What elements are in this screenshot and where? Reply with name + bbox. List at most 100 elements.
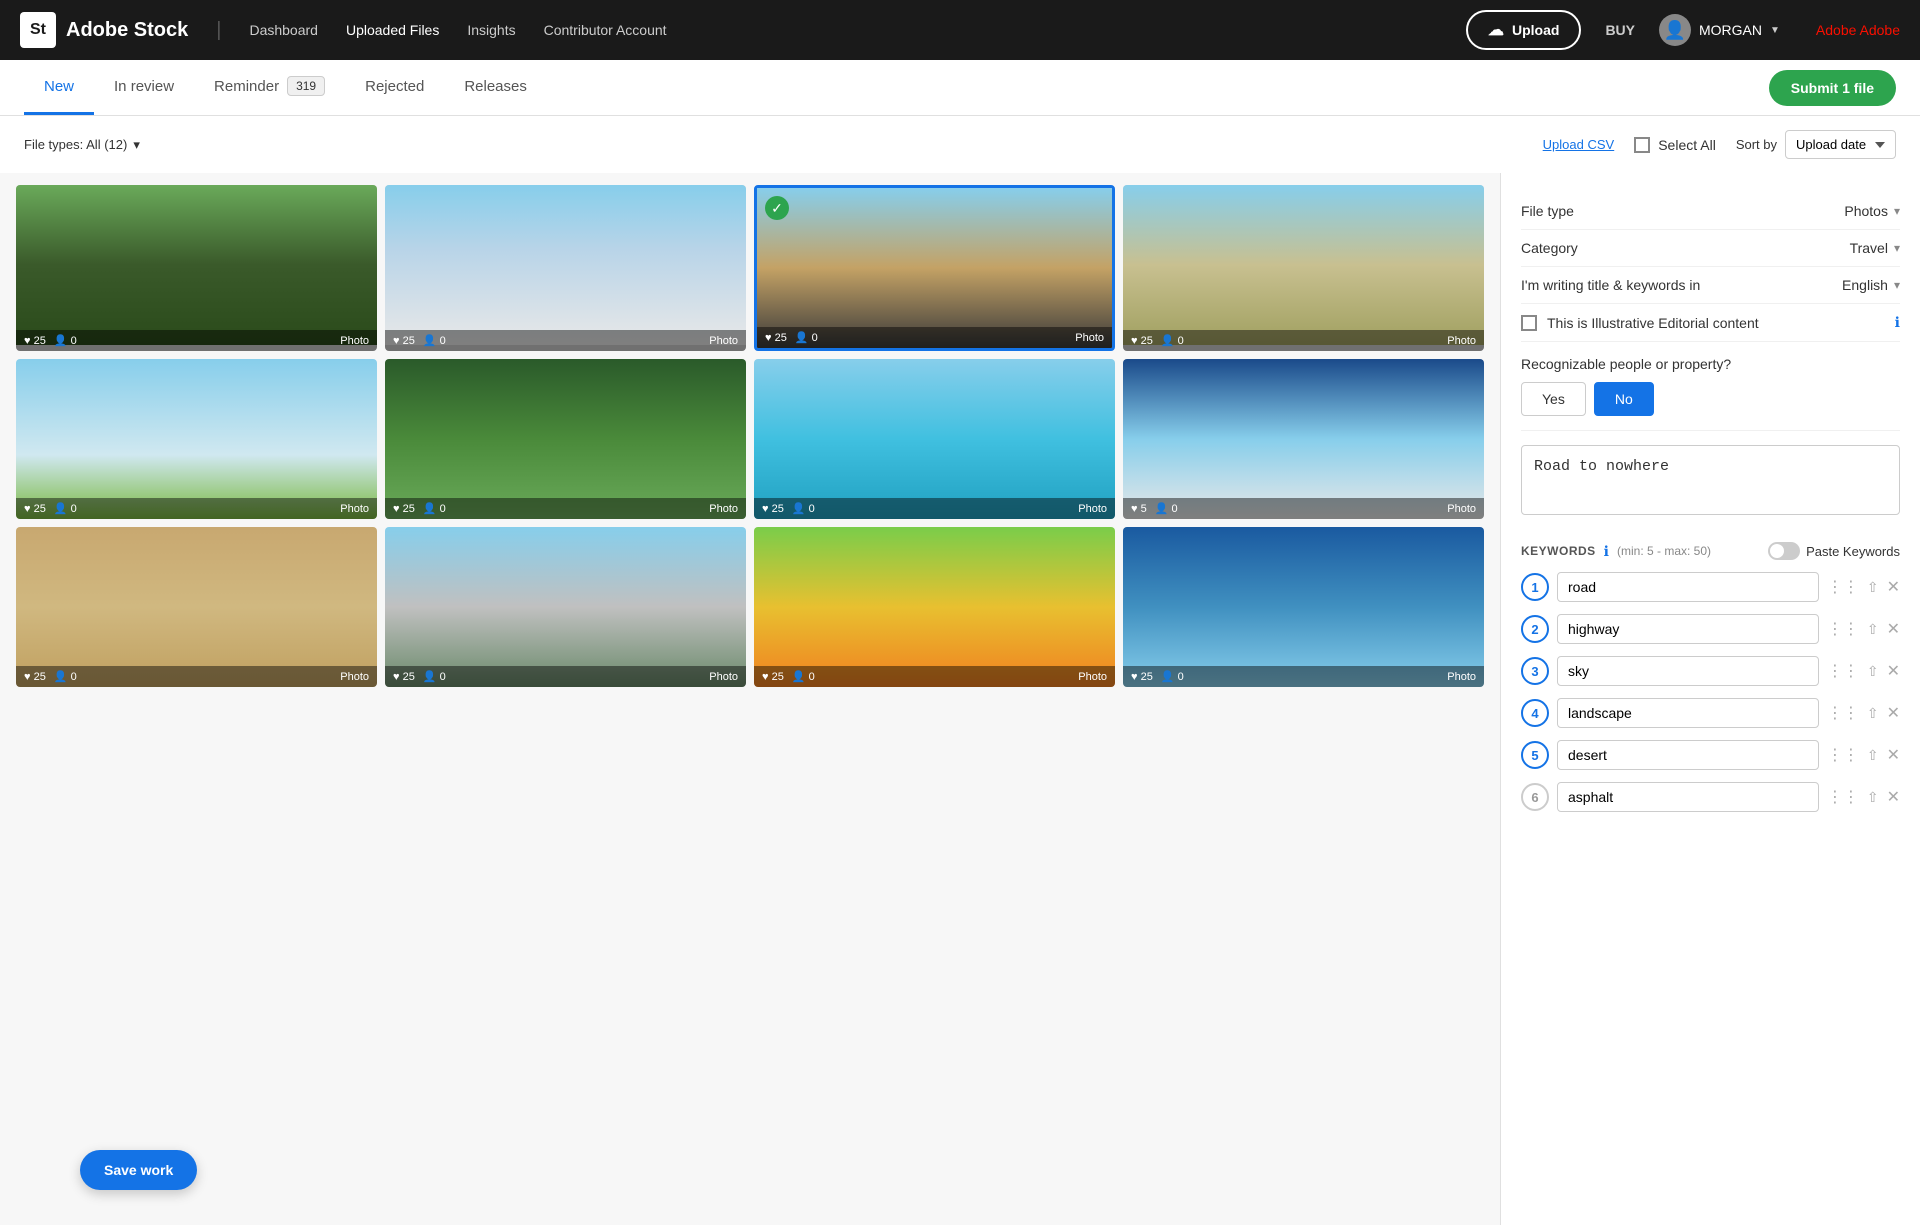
grid-item-footer: ♥ 25 👤 0 Photo xyxy=(385,498,746,519)
submit-file-button[interactable]: Submit 1 file xyxy=(1769,70,1896,106)
people-stat: 👤 0 xyxy=(423,670,446,683)
grid-item[interactable]: ♥ 5 👤 0 Photo xyxy=(1123,359,1484,519)
keyword-delete-icon[interactable]: ✕ xyxy=(1887,787,1900,807)
grid-item-footer: ♥ 25 👤 0 Photo xyxy=(757,327,1112,348)
sort-dropdown[interactable]: Upload date Title File type xyxy=(1785,130,1896,159)
keywords-info-icon[interactable]: ℹ xyxy=(1604,543,1609,560)
keyword-input[interactable] xyxy=(1557,614,1819,644)
tab-releases[interactable]: Releases xyxy=(444,60,547,115)
paste-toggle[interactable]: Paste Keywords xyxy=(1768,542,1900,560)
grid-item[interactable]: ♥ 25 👤 0 Photo xyxy=(1123,185,1484,351)
keyword-delete-icon[interactable]: ✕ xyxy=(1887,703,1900,723)
likes-stat: ♥ 25 xyxy=(762,671,784,683)
keyword-number: 6 xyxy=(1521,783,1549,811)
grid-item[interactable]: ♥ 25 👤 0 Photo xyxy=(754,527,1115,687)
title-input[interactable]: Road to nowhere xyxy=(1521,445,1900,515)
keyword-drag-icon[interactable]: ⋮⋮ xyxy=(1827,703,1859,723)
category-value[interactable]: Travel ▾ xyxy=(1850,240,1900,256)
keyword-move-up-icon[interactable]: ⇧ xyxy=(1867,579,1879,596)
user-menu[interactable]: 👤 MORGAN ▼ xyxy=(1659,14,1780,46)
grid-item[interactable]: ♥ 25 👤 0 Photo xyxy=(385,185,746,351)
select-all-section[interactable]: Select All xyxy=(1634,137,1716,153)
likes-stat: ♥ 25 xyxy=(393,671,415,683)
keyword-drag-icon[interactable]: ⋮⋮ xyxy=(1827,577,1859,597)
keyword-row: 4⋮⋮⇧✕ xyxy=(1521,692,1900,734)
grid-item[interactable]: ♥ 25 👤 0 Photo xyxy=(1123,527,1484,687)
people-stat: 👤 0 xyxy=(1161,670,1184,683)
keyword-number: 5 xyxy=(1521,741,1549,769)
keyword-drag-icon[interactable]: ⋮⋮ xyxy=(1827,787,1859,807)
grid-item[interactable]: ♥ 25 👤 0 Photo xyxy=(16,359,377,519)
tab-rejected[interactable]: Rejected xyxy=(345,60,444,115)
logo: St Adobe Stock xyxy=(20,12,188,48)
keyword-input[interactable] xyxy=(1557,656,1819,686)
keyword-delete-icon[interactable]: ✕ xyxy=(1887,619,1900,639)
buy-button[interactable]: BUY xyxy=(1605,22,1635,38)
keyword-input[interactable] xyxy=(1557,782,1819,812)
editorial-checkbox[interactable] xyxy=(1521,315,1537,331)
keyword-number: 1 xyxy=(1521,573,1549,601)
likes-stat: ♥ 25 xyxy=(765,332,787,344)
likes-stat: ♥ 25 xyxy=(24,671,46,683)
language-label: I'm writing title & keywords in xyxy=(1521,277,1842,293)
nav-uploaded-files[interactable]: Uploaded Files xyxy=(346,22,439,38)
upload-button[interactable]: ☁ Upload xyxy=(1466,10,1581,50)
keyword-row: 1 ⋮⋮ ⇧ ✕ xyxy=(1521,566,1900,608)
grid-item-footer: ♥ 25 👤 0 Photo xyxy=(16,498,377,519)
category-label: Category xyxy=(1521,240,1850,256)
keyword-delete-icon[interactable]: ✕ xyxy=(1887,661,1900,681)
keyword-input[interactable] xyxy=(1557,740,1819,770)
yes-button[interactable]: Yes xyxy=(1521,382,1586,416)
keyword-drag-icon[interactable]: ⋮⋮ xyxy=(1827,619,1859,639)
keyword-input[interactable] xyxy=(1557,572,1819,602)
keyword-move-up-icon[interactable]: ⇧ xyxy=(1867,747,1879,764)
language-caret-icon: ▾ xyxy=(1894,278,1900,292)
grid-item[interactable]: ♥ 25 👤 0 Photo xyxy=(385,527,746,687)
sidebar-language-row: I'm writing title & keywords in English … xyxy=(1521,267,1900,304)
file-type-label: Photo xyxy=(1447,335,1476,347)
file-type-label: Photo xyxy=(340,671,369,683)
file-types-dropdown[interactable]: File types: All (12) ▾ xyxy=(24,137,140,153)
keyword-move-up-icon[interactable]: ⇧ xyxy=(1867,705,1879,722)
file-type-label: Photo xyxy=(709,335,738,347)
keyword-move-up-icon[interactable]: ⇧ xyxy=(1867,663,1879,680)
grid-item[interactable]: ♥ 25 👤 0 Photo xyxy=(385,359,746,519)
keywords-list: 1⋮⋮⇧✕2⋮⋮⇧✕3⋮⋮⇧✕4⋮⋮⇧✕5⋮⋮⇧✕6⋮⋮⇧✕ xyxy=(1521,566,1900,818)
grid-image xyxy=(385,359,746,519)
editorial-row: This is Illustrative Editorial content ℹ xyxy=(1521,304,1900,342)
no-button[interactable]: No xyxy=(1594,382,1654,416)
upload-csv-button[interactable]: Upload CSV xyxy=(1543,137,1615,152)
tab-reminder[interactable]: Reminder 319 xyxy=(194,60,345,115)
nav-contributor-account[interactable]: Contributor Account xyxy=(544,22,667,38)
grid-item-footer: ♥ 25 👤 0 Photo xyxy=(16,666,377,687)
sort-by-label: Sort by xyxy=(1736,137,1777,152)
keyword-drag-icon[interactable]: ⋮⋮ xyxy=(1827,745,1859,765)
file-type-value[interactable]: Photos ▾ xyxy=(1844,203,1900,219)
keyword-delete-icon[interactable]: ✕ xyxy=(1887,745,1900,765)
nav-dashboard[interactable]: Dashboard xyxy=(249,22,318,38)
file-types-caret-icon: ▾ xyxy=(133,137,140,153)
file-type-label: Photo xyxy=(1078,503,1107,515)
editorial-info-icon[interactable]: ℹ xyxy=(1895,314,1900,331)
grid-item[interactable]: ♥ 25 👤 0 Photo xyxy=(754,359,1115,519)
language-value[interactable]: English ▾ xyxy=(1842,277,1900,293)
tab-new[interactable]: New xyxy=(24,60,94,115)
people-stat: 👤 0 xyxy=(423,334,446,347)
save-work-button[interactable]: Save work xyxy=(80,1150,197,1190)
people-stat: 👤 0 xyxy=(54,502,77,515)
grid-item-footer: ♥ 25 👤 0 Photo xyxy=(1123,330,1484,351)
keyword-move-up-icon[interactable]: ⇧ xyxy=(1867,789,1879,806)
select-all-checkbox[interactable] xyxy=(1634,137,1650,153)
keyword-input[interactable] xyxy=(1557,698,1819,728)
likes-stat: ♥ 25 xyxy=(393,335,415,347)
sidebar: File type Photos ▾ Category Travel ▾ I'm… xyxy=(1500,173,1920,1225)
grid-item[interactable]: ✓ ♥ 25 👤 0 Photo xyxy=(754,185,1115,351)
nav-insights[interactable]: Insights xyxy=(467,22,515,38)
grid-item-footer: ♥ 25 👤 0 Photo xyxy=(754,498,1115,519)
keyword-drag-icon[interactable]: ⋮⋮ xyxy=(1827,661,1859,681)
grid-item[interactable]: ♥ 25 👤 0 Photo xyxy=(16,527,377,687)
tab-in-review[interactable]: In review xyxy=(94,60,194,115)
grid-item[interactable]: ♥ 25 👤 0 Photo xyxy=(16,185,377,351)
keyword-delete-icon[interactable]: ✕ xyxy=(1887,577,1900,597)
keyword-move-up-icon[interactable]: ⇧ xyxy=(1867,621,1879,638)
